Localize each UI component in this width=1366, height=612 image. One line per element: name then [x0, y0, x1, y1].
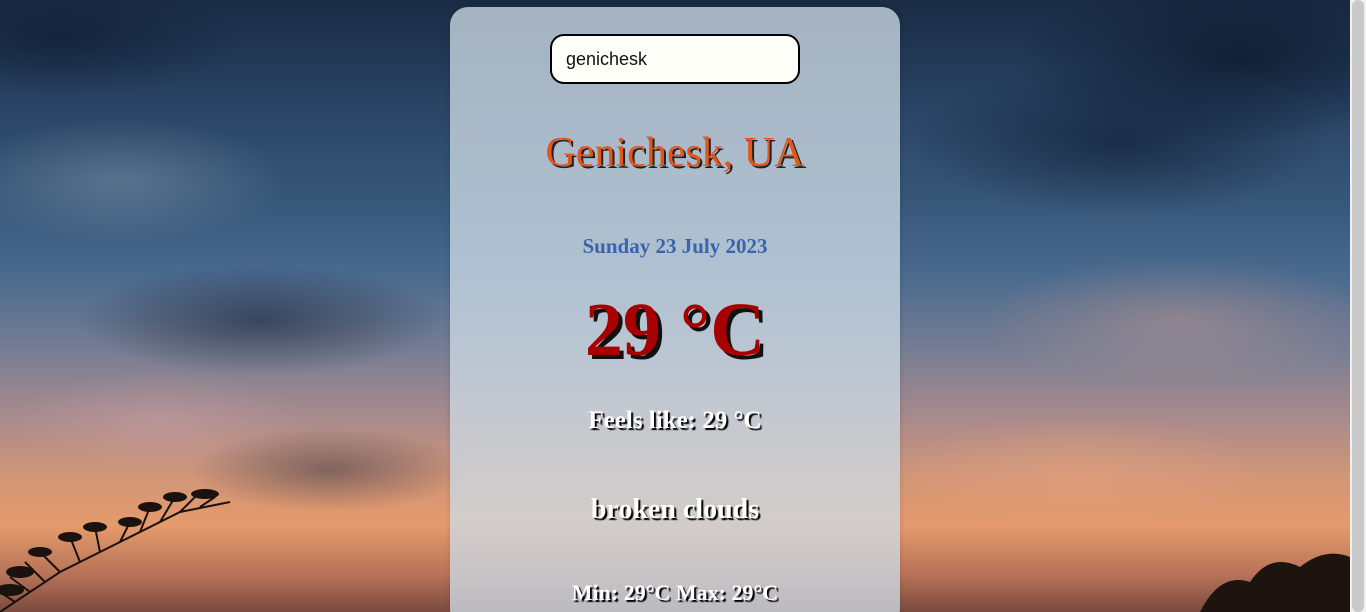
scrollbar-thumb[interactable]: [1352, 0, 1364, 612]
city-name: Genichesk, UA: [545, 130, 805, 176]
page-scrollbar[interactable]: [1350, 0, 1366, 612]
weather-description: broken clouds: [590, 494, 760, 525]
city-search-input[interactable]: [550, 34, 800, 84]
min-max-temperature: Min: 29°C Max: 29°C: [571, 580, 779, 605]
tree-silhouette-right: [1200, 553, 1350, 612]
current-temperature: 29 °C: [584, 288, 766, 372]
current-date: Sunday 23 July 2023: [582, 234, 768, 258]
weather-card: Genichesk, UA Sunday 23 July 2023 29 °C …: [450, 7, 900, 612]
feels-like-temperature: Feels like: 29 °C: [588, 407, 762, 434]
tree-silhouette-left: [0, 489, 231, 612]
